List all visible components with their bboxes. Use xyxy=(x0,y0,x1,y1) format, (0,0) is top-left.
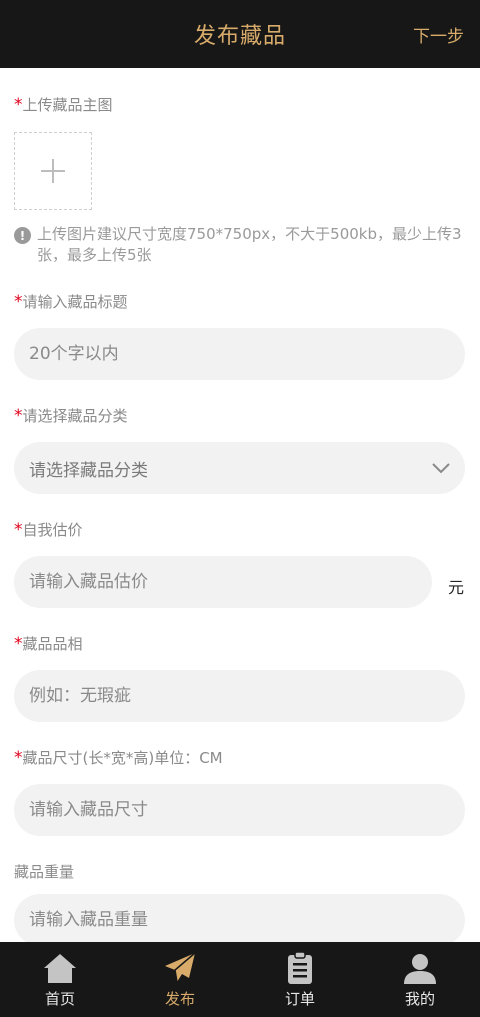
price-input[interactable] xyxy=(29,572,432,592)
category-label: *请选择藏品分类 xyxy=(14,406,128,426)
title-field[interactable] xyxy=(14,328,465,380)
tab-home[interactable]: 首页 xyxy=(0,942,120,1017)
tab-orders[interactable]: 订单 xyxy=(240,942,360,1017)
category-select[interactable]: 请选择藏品分类 xyxy=(14,442,465,494)
main-image-label: *上传藏品主图 xyxy=(14,95,113,115)
upload-image-button[interactable] xyxy=(14,132,92,210)
user-icon xyxy=(404,954,436,984)
info-icon: ! xyxy=(14,227,31,244)
clipboard-icon xyxy=(288,951,312,984)
title-label: *请输入藏品标题 xyxy=(14,292,128,312)
plus-icon xyxy=(41,159,65,183)
bottom-tab-bar: 首页 发布 订单 我的 xyxy=(0,942,480,1017)
chevron-down-icon xyxy=(432,463,450,474)
title-input[interactable] xyxy=(29,344,465,364)
size-label: *藏品尺寸(长*宽*高)单位：CM xyxy=(14,748,223,768)
home-icon xyxy=(44,954,76,983)
next-step-button[interactable]: 下一步 xyxy=(413,22,464,47)
price-field[interactable] xyxy=(14,556,432,608)
upload-hint-text: 上传图片建议尺寸宽度750*750px，不大于500kb，最少上传3张，最多上传… xyxy=(37,225,462,264)
tab-mine[interactable]: 我的 xyxy=(360,942,480,1017)
weight-field[interactable] xyxy=(14,894,465,942)
upload-hint: ! 上传图片建议尺寸宽度750*750px，不大于500kb，最少上传3张，最多… xyxy=(14,224,476,266)
paper-plane-icon xyxy=(165,952,196,983)
price-label: *自我估价 xyxy=(14,520,83,540)
category-placeholder: 请选择藏品分类 xyxy=(29,460,148,481)
top-bar: 发布藏品 下一步 xyxy=(0,0,480,68)
publish-form: *上传藏品主图 ! 上传图片建议尺寸宽度750*750px，不大于500kb，最… xyxy=(0,68,480,942)
size-input[interactable] xyxy=(29,800,465,820)
condition-field[interactable] xyxy=(14,670,465,722)
condition-input[interactable] xyxy=(29,686,465,706)
page-title: 发布藏品 xyxy=(193,24,286,49)
weight-input[interactable] xyxy=(29,910,465,930)
price-unit: 元 xyxy=(447,578,464,597)
condition-label: *藏品品相 xyxy=(14,634,83,654)
weight-label: 藏品重量 xyxy=(14,863,75,881)
size-field[interactable] xyxy=(14,784,465,836)
tab-publish[interactable]: 发布 xyxy=(120,942,240,1017)
